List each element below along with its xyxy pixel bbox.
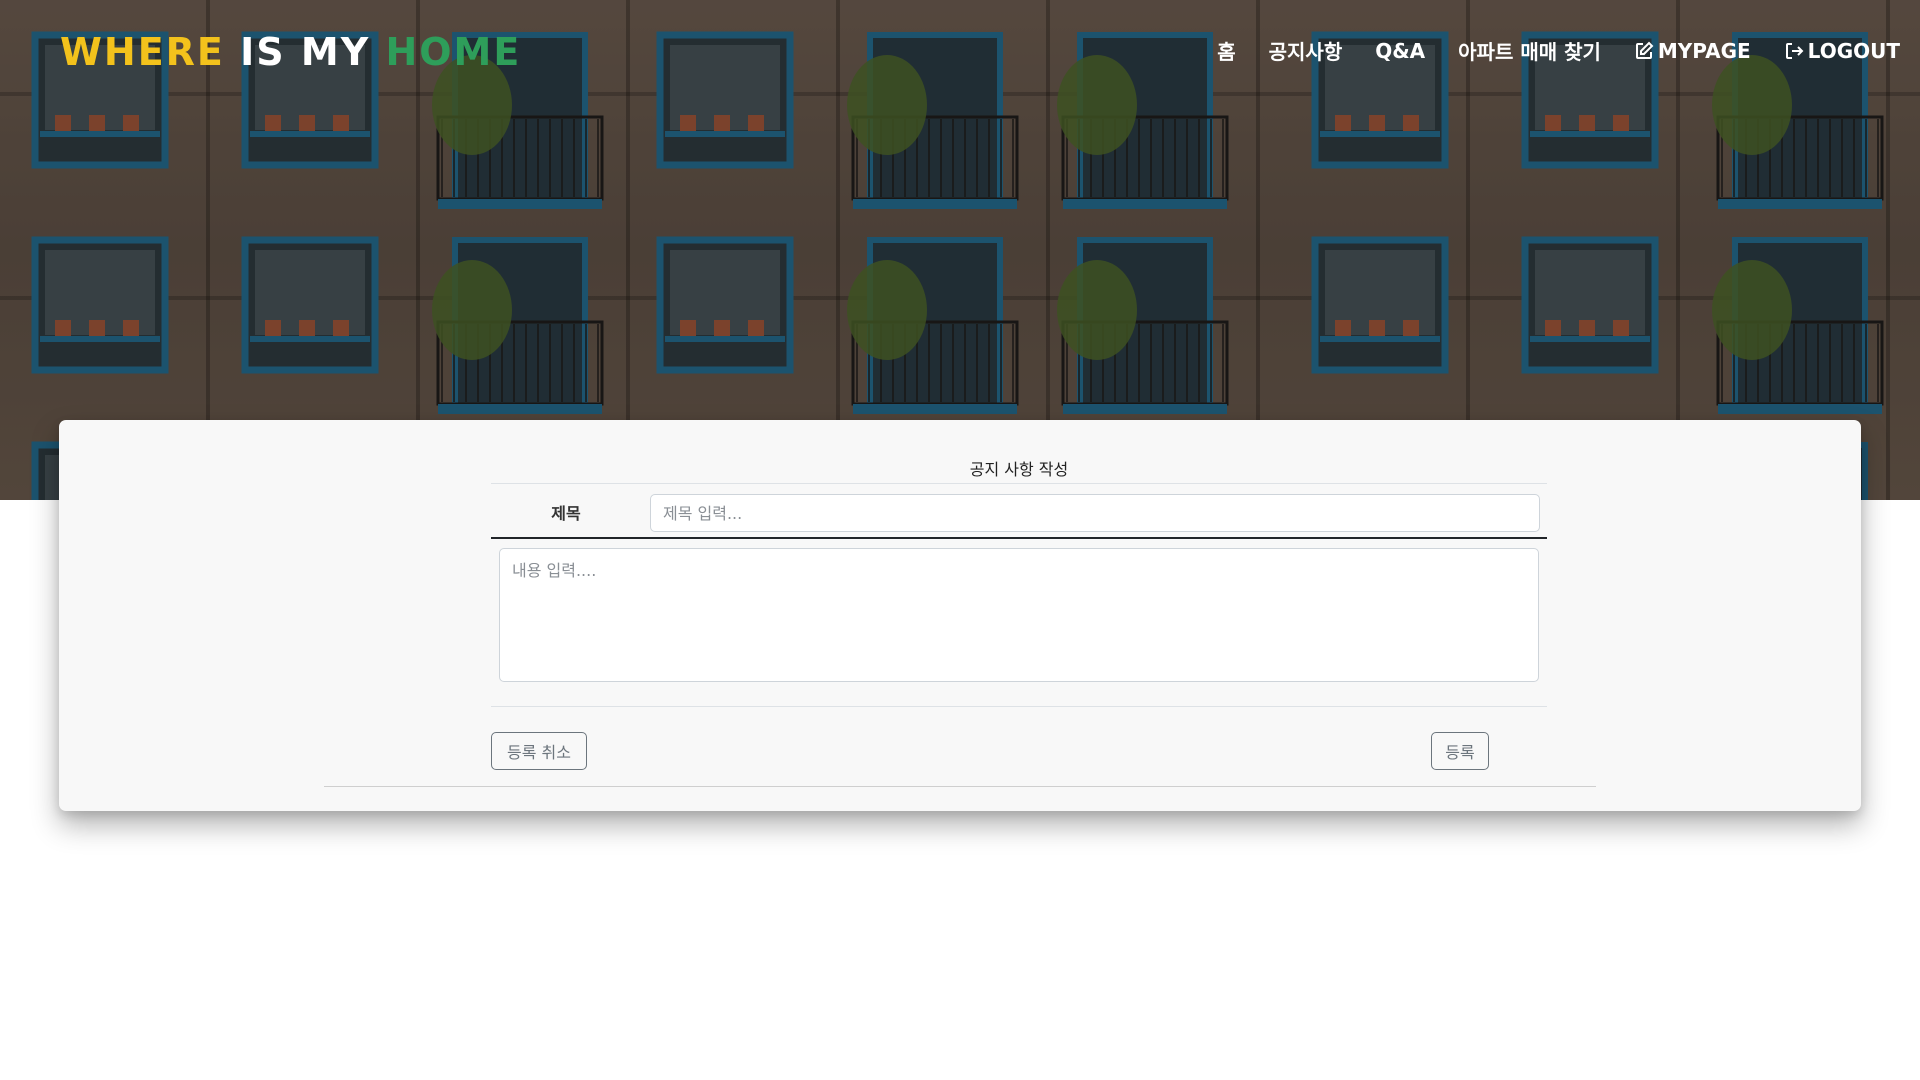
nav-mypage[interactable]: MYPAGE (1634, 39, 1751, 63)
divider (491, 706, 1547, 707)
form-heading: 공지 사항 작성 (491, 456, 1547, 484)
brand-word-where: WHERE (60, 30, 225, 74)
nav-logout-label: LOGOUT (1807, 38, 1900, 63)
nav-mypage-label: MYPAGE (1657, 38, 1751, 63)
brand-logo[interactable]: WHERE IS MY HOME (60, 30, 521, 74)
submit-button[interactable]: 등록 (1431, 732, 1489, 770)
title-row: 제목 (491, 484, 1547, 539)
sign-out-icon (1785, 42, 1804, 59)
cancel-button[interactable]: 등록 취소 (491, 732, 587, 770)
nav-qna[interactable]: Q&A (1375, 39, 1425, 63)
edit-icon (1635, 41, 1654, 59)
brand-word-is-my: IS MY (240, 30, 371, 74)
nav-notice[interactable]: 공지사항 (1269, 36, 1343, 65)
main-nav: 홈 공지사항 Q&A 아파트 매매 찾기 MYPAGE LOGOUT (1217, 36, 1900, 65)
nav-apartment-search[interactable]: 아파트 매매 찾기 (1458, 36, 1601, 65)
nav-home[interactable]: 홈 (1217, 36, 1235, 65)
nav-logout[interactable]: LOGOUT (1784, 39, 1900, 63)
bottom-divider (324, 786, 1596, 787)
title-label: 제목 (551, 503, 581, 523)
notice-write-card: 공지 사항 작성 제목 등록 취소 등록 (59, 420, 1861, 811)
title-input[interactable] (650, 494, 1540, 532)
brand-word-home: HOME (385, 30, 522, 74)
content-textarea[interactable] (499, 548, 1539, 682)
